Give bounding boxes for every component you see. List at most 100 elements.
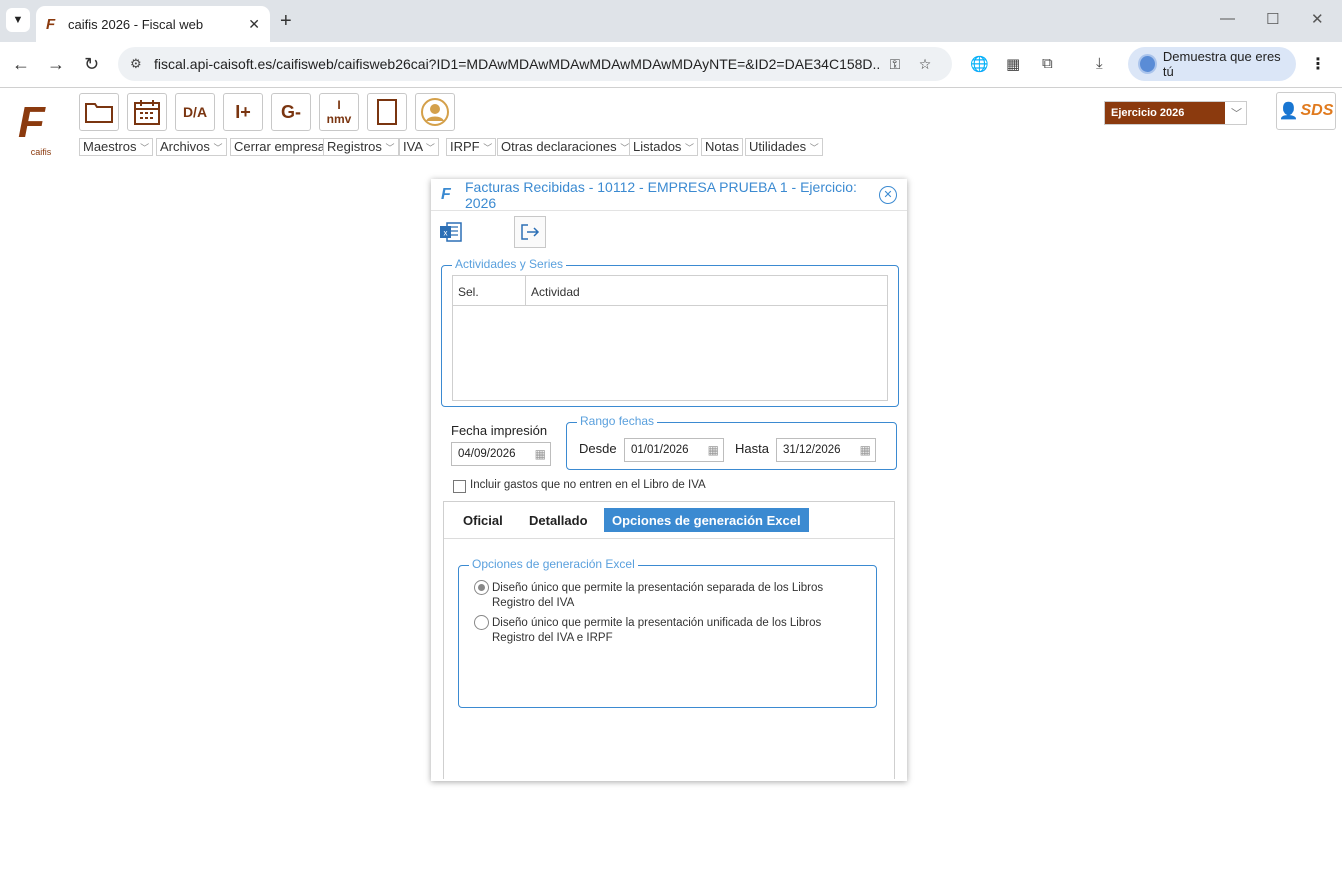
profile-button[interactable]: Demuestra que eres tú [1128,47,1296,81]
fecha-impresion-input[interactable]: 04/09/2026 ▦ [451,442,551,466]
tab-close-icon[interactable]: ✕ [248,16,260,33]
calendar-tool-button[interactable] [127,93,167,131]
desde-label: Desde [579,441,617,456]
download-icon[interactable]: ⤓ [1096,55,1103,72]
folder-icon [85,103,113,123]
site-settings-icon[interactable]: ⚙ [130,56,154,72]
menu-cerrar-empresa[interactable]: Cerrar empresa [230,138,330,156]
reload-icon[interactable]: ↻ [84,54,99,75]
profile-avatar-icon [1138,54,1157,74]
menu-notas[interactable]: Notas [701,138,743,156]
rango-fechas-legend: Rango fechas [577,414,658,428]
column-sel[interactable]: Sel. [453,276,526,305]
menu-archivos[interactable]: Archivos ﹀ [156,138,227,156]
column-actividad[interactable]: Actividad [526,276,585,305]
menu-otras-declaraciones[interactable]: Otras declaraciones ﹀ [497,138,634,156]
page-icon [377,99,397,125]
tab-opciones-excel[interactable]: Opciones de generación Excel [604,508,809,532]
hasta-input[interactable]: 31/12/2026 ▦ [776,438,876,462]
dialog-title: Facturas Recibidas - 10112 - EMPRESA PRU… [465,178,857,211]
ejercicio-select[interactable]: Ejercicio 2026 ﹀ [1104,101,1247,125]
ingresos-tool-button[interactable]: I+ [223,93,263,131]
extension-globe-icon[interactable]: 🌐 [970,55,989,73]
menu-listados[interactable]: Listados ﹀ [629,138,699,156]
tab-oficial[interactable]: Oficial [455,508,511,532]
svg-text:x: x [444,229,448,238]
actividades-grid: Sel. Actividad [452,275,888,401]
caifis-logo: F caifis [18,101,64,159]
menu-registros[interactable]: Registros ﹀ [323,138,399,156]
excel-icon: x [440,222,462,242]
extensions-puzzle-icon[interactable]: ⧉ [1042,55,1053,72]
hasta-value: 31/12/2026 [783,444,841,456]
excel-export-button[interactable]: x [435,216,467,248]
forward-icon[interactable]: → [47,54,65,75]
password-key-icon[interactable]: ⚿ [880,56,910,73]
chevron-down-icon: ﹀ [483,143,493,153]
menu-utilidades[interactable]: Utilidades ﹀ [745,138,823,156]
browser-tab[interactable]: F caifis 2026 - Fiscal web ✕ [36,6,270,42]
dialog-title-bar: F Facturas Recibidas - 10112 - EMPRESA P… [431,179,907,211]
chevron-down-icon: ﹀ [140,143,150,153]
nmv-tool-button[interactable]: I nmv [319,93,359,131]
browser-toolbar: ← → ↻ ⚙ fiscal.api-caisoft.es/caifisweb/… [0,42,1342,88]
tab-divider [444,538,894,539]
user-tool-button[interactable] [415,93,455,131]
grid-header: Sel. Actividad [453,276,887,306]
caifis-favicon-icon: F [46,15,56,33]
option-separada-label: Diseño único que permite la presentación… [492,582,824,609]
menu-cerrar-empresa-label: Cerrar empresa [234,139,326,154]
menu-maestros-label: Maestros [83,139,137,154]
blank-page-tool-button[interactable] [367,93,407,131]
menu-utilidades-label: Utilidades [749,139,807,154]
tab-detallado[interactable]: Detallado [521,508,596,532]
menu-notas-label: Notas [705,139,739,154]
option-separada-radio[interactable] [474,580,489,595]
caifis-f-icon: F [441,185,451,203]
actividades-legend: Actividades y Series [452,257,567,271]
tool-glyph-da: D/A [182,104,208,120]
browser-menu-icon[interactable]: ⋮ [1310,54,1326,74]
minimize-icon[interactable]: — [1220,10,1235,27]
menu-iva-label: IVA [403,139,423,154]
menu-listados-label: Listados [633,139,682,154]
sds-button[interactable]: 👤 SDS [1276,92,1336,130]
chevron-down-icon: ﹀ [809,143,819,153]
chevron-down-icon: ﹀ [620,143,630,153]
gastos-tool-button[interactable]: G- [271,93,311,131]
new-tab-icon[interactable]: + [280,10,292,33]
actividades-fieldset: Actividades y Series Sel. Actividad [441,257,899,407]
sds-user-icon: 👤 [1278,103,1299,120]
back-icon[interactable]: ← [12,54,30,75]
maximize-icon[interactable]: ☐ [1266,10,1279,28]
folder-tool-button[interactable] [79,93,119,131]
incluir-gastos-checkbox[interactable] [453,480,466,493]
desde-value: 01/01/2026 [631,444,689,456]
bookmark-star-icon[interactable]: ☆ [910,56,940,73]
tool-glyph-ingresos: I+ [235,101,251,122]
menu-maestros[interactable]: Maestros ﹀ [79,138,154,156]
diario-tool-button[interactable]: D/A [175,93,215,131]
option-unificada-radio[interactable] [474,615,489,630]
browser-tab-strip: ▼ F caifis 2026 - Fiscal web ✕ + — ☐ ✕ [0,0,1342,42]
calendar-icon[interactable]: ▦ [860,443,871,457]
menu-archivos-label: Archivos [160,139,210,154]
window-close-icon[interactable]: ✕ [1311,10,1324,28]
menu-iva[interactable]: IVA ﹀ [399,138,439,156]
tab-search-button[interactable]: ▼ [6,8,30,32]
url-text: fiscal.api-caisoft.es/caifisweb/caifiswe… [154,56,880,72]
rango-fechas-fieldset: Rango fechas Desde 01/01/2026 ▦ Hasta 31… [566,414,897,470]
calendar-icon[interactable]: ▦ [708,443,719,457]
chevron-down-icon: ﹀ [385,143,395,153]
address-bar[interactable]: ⚙ fiscal.api-caisoft.es/caifisweb/caifis… [118,47,952,81]
dialog-close-icon[interactable]: ✕ [879,185,897,204]
logo-caption: caifis [30,147,52,157]
exit-button[interactable] [514,216,546,248]
calendar-icon[interactable]: ▦ [535,447,546,461]
qr-code-icon[interactable]: ▦ [1006,55,1020,73]
chevron-down-icon: ﹀ [685,143,695,153]
caifis-logo-icon: F [18,98,45,147]
exit-arrow-icon [521,224,540,240]
menu-irpf[interactable]: IRPF ﹀ [446,138,497,156]
desde-input[interactable]: 01/01/2026 ▦ [624,438,724,462]
